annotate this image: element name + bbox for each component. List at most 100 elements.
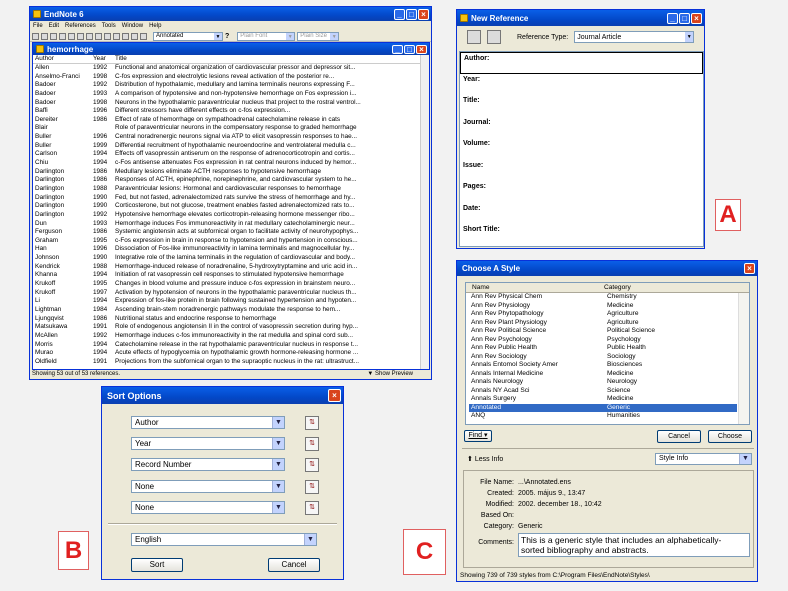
table-row[interactable]: Badoer 1992 Distribution of hypothalamic, … — [33, 81, 419, 90]
minimize-icon[interactable]: _ — [667, 12, 678, 24]
table-row[interactable]: Carlson 1994 Effects off vasopressin antis… — [33, 150, 419, 159]
column-name[interactable]: Name — [466, 283, 604, 292]
style-list-item[interactable]: Annals NY Acad Sci Science — [469, 387, 737, 396]
folder-icon[interactable] — [104, 32, 111, 40]
table-row[interactable]: Johnson 1990 Integrative role of the lamin… — [33, 254, 419, 263]
reference-field[interactable]: Title: — [460, 95, 703, 117]
sort-field-1[interactable]: Author ▼ — [131, 416, 285, 429]
table-row[interactable]: Darlington 1988 Paraventricular lesions: H… — [33, 185, 419, 194]
save-icon[interactable] — [50, 32, 57, 40]
sort-order-icon[interactable]: ⇅ — [305, 416, 319, 430]
table-row[interactable]: Darlington 1990 Fed, but not fasted, adren… — [33, 194, 419, 203]
close-icon[interactable]: × — [418, 8, 429, 20]
style-list-item[interactable]: Annals Neurology Neurology — [469, 378, 737, 387]
copy-icon[interactable] — [68, 32, 75, 40]
new-icon[interactable] — [32, 32, 39, 40]
table-row[interactable]: Allen 1992 Functional and anatomical organ… — [33, 64, 419, 73]
column-author[interactable]: Author — [33, 55, 93, 63]
table-row[interactable]: Ljungqvist 1986 Nutritional status and end… — [33, 315, 419, 324]
menu-references[interactable]: References — [65, 23, 96, 29]
show-preview-toggle[interactable]: ▼ Show Preview — [367, 370, 413, 379]
font-select[interactable]: Plain Font ▼ — [237, 31, 296, 41]
style-list-item[interactable]: Ann Rev Sociology Sociology — [469, 353, 737, 362]
table-row[interactable]: Darlington 1986 Responses of ACTH, epineph… — [33, 176, 419, 185]
attach-figure-icon[interactable] — [487, 30, 501, 44]
cut-icon[interactable] — [59, 32, 66, 40]
table-row[interactable]: Krukoff 1995 Changes in blood volume and p… — [33, 280, 419, 289]
sort-field-2[interactable]: Year ▼ — [131, 437, 285, 450]
cancel-button[interactable]: Cancel — [268, 558, 320, 572]
close-icon[interactable]: × — [744, 263, 755, 274]
style-list-item[interactable]: Annals Internal Medicine Medicine — [469, 370, 737, 379]
table-row[interactable]: Oldfield 1991 Projections from the subforn… — [33, 358, 419, 367]
sort-order-icon[interactable]: ⇅ — [305, 458, 319, 472]
table-row[interactable]: Badoer 1998 Neurons in the hypothalamic pa… — [33, 99, 419, 108]
reference-field[interactable]: Volume: — [460, 138, 703, 160]
table-row[interactable]: Darlington 1992 Hypotensive hemorrhage ele… — [33, 211, 419, 220]
choose-style-titlebar[interactable]: Choose A Style × — [457, 261, 757, 276]
style-list-item[interactable]: Ann Rev Phytopathology Agriculture — [469, 310, 737, 319]
column-title[interactable]: Title — [115, 55, 429, 63]
minimize-icon[interactable]: _ — [394, 8, 405, 20]
cite-icon[interactable] — [113, 32, 120, 40]
less-info-toggle[interactable]: ⬆ Less Info — [467, 455, 503, 463]
style-list-item[interactable]: Ann Rev Psychology Psychology — [469, 336, 737, 345]
style-select[interactable]: Annotated ▼ — [153, 31, 223, 41]
close-icon[interactable]: × — [691, 12, 702, 24]
link-icon[interactable] — [95, 32, 102, 40]
reference-field[interactable]: Pages: — [460, 181, 703, 203]
find-icon[interactable] — [86, 32, 93, 40]
close-icon[interactable]: × — [328, 389, 341, 402]
style-list-item[interactable]: Ann Rev Public Health Public Health — [469, 344, 737, 353]
column-year[interactable]: Year — [93, 55, 115, 63]
table-row[interactable]: Han 1996 Dissociation of Fos-like immunore… — [33, 245, 419, 254]
maximize-icon[interactable]: □ — [406, 8, 417, 20]
style-list-item[interactable]: Ann Rev Political Science Political Scien… — [469, 327, 737, 336]
menu-edit[interactable]: Edit — [49, 23, 59, 29]
menu-tools[interactable]: Tools — [102, 23, 116, 29]
sort-options-titlebar[interactable]: Sort Options × — [102, 387, 343, 404]
reference-field[interactable]: Short Title: — [460, 224, 703, 246]
table-row[interactable]: Anselmo-Franci 1998 C-fos expression and e… — [33, 73, 419, 82]
sort-order-icon[interactable]: ⇅ — [305, 480, 319, 494]
table-row[interactable]: McAllen 1992 Hemorrhage induces c-fos immu… — [33, 332, 419, 341]
table-row[interactable]: Badoer 1993 A comparison of hypotensive an… — [33, 90, 419, 99]
print-icon[interactable] — [140, 32, 147, 40]
style-list-item[interactable]: Annals Surgery Medicine — [469, 395, 737, 404]
table-row[interactable]: Darlington 1990 Corticosterone, but not gl… — [33, 202, 419, 211]
comments-field[interactable]: This is a generic style that includes an… — [518, 533, 750, 557]
reference-field[interactable]: Year: — [460, 74, 703, 96]
table-row[interactable]: Buller 1999 Differential recruitment of hy… — [33, 142, 419, 151]
table-row[interactable]: Chiu 1994 c-Fos antisense attenuates Fos e… — [33, 159, 419, 168]
column-category[interactable]: Category — [604, 283, 749, 292]
reference-field[interactable]: Journal: — [460, 117, 703, 139]
style-list-item[interactable]: Ann Rev Physiology Medicine — [469, 302, 737, 311]
format-icon[interactable] — [122, 32, 129, 40]
style-list-item[interactable]: Ann Rev Physical Chem Chemistry — [469, 293, 737, 302]
table-row[interactable]: Baffi 1996 Different stressors have differ… — [33, 107, 419, 116]
new-reference-titlebar[interactable]: New Reference _ □ × — [457, 10, 704, 26]
table-row[interactable]: Krukoff 1997 Activation by hypotension of … — [33, 289, 419, 298]
table-row[interactable]: Kendrick 1988 Hemorrhage-induced release o… — [33, 263, 419, 272]
sort-order-icon[interactable]: ⇅ — [305, 501, 319, 515]
style-info-select[interactable]: Style Info ▼ — [655, 453, 752, 465]
sort-field-5[interactable]: None ▼ — [131, 501, 285, 514]
table-row[interactable]: Ferguson 1986 Systemic angiotensin acts at… — [33, 228, 419, 237]
reference-type-select[interactable]: Journal Article ▼ — [574, 31, 695, 43]
table-row[interactable]: Darlington 1986 Medullary lesions eliminat… — [33, 168, 419, 177]
table-row[interactable]: Matsukawa 1991 Role of endogenous angioten… — [33, 323, 419, 332]
menu-file[interactable]: File — [33, 23, 43, 29]
scrollbar[interactable] — [420, 55, 429, 369]
table-row[interactable]: Dun 1993 Hemorrhage induces Fos immunoreac… — [33, 220, 419, 229]
endnote-titlebar[interactable]: EndNote 6 _ □ × — [30, 7, 431, 21]
table-row[interactable]: Buller 1996 Central noradrenergic neurons … — [33, 133, 419, 142]
open-icon[interactable] — [41, 32, 48, 40]
paste-icon[interactable] — [77, 32, 84, 40]
sort-field-3[interactable]: Record Number ▼ — [131, 458, 285, 471]
reference-field[interactable]: Author: — [460, 52, 703, 74]
table-row[interactable]: Morris 1994 Catecholamine release in the r… — [33, 341, 419, 350]
sort-order-icon[interactable]: ⇅ — [305, 437, 319, 451]
reference-field[interactable]: Date: — [460, 203, 703, 225]
reference-field[interactable]: Issue: — [460, 160, 703, 182]
table-row[interactable]: Li 1994 Expression of fos-like protein in … — [33, 297, 419, 306]
